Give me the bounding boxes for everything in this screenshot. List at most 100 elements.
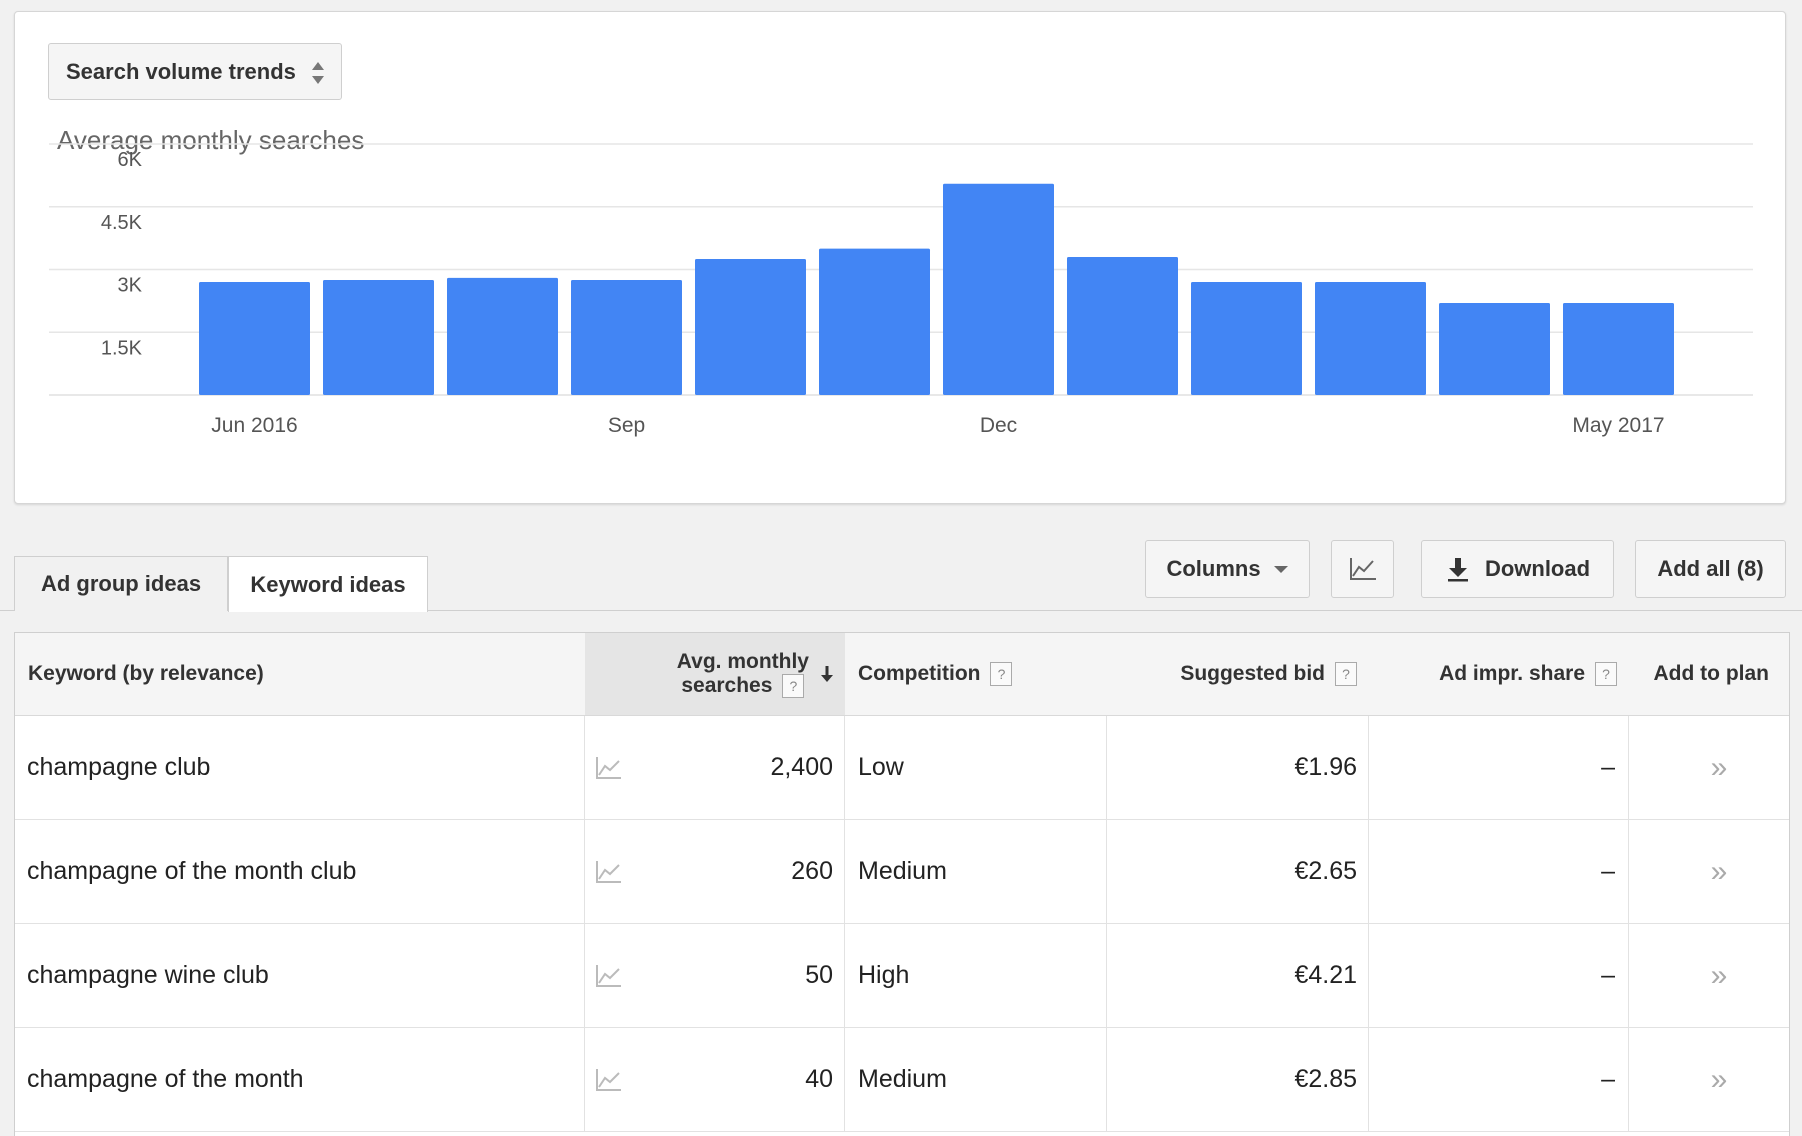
y-tick-label: 3K bbox=[118, 275, 143, 297]
impr-value: – bbox=[1601, 857, 1615, 885]
table-row: champagne of the month 40 Medium €2.85 – » bbox=[15, 1028, 1789, 1132]
impr-value: – bbox=[1601, 961, 1615, 989]
tab-ad-group-ideas[interactable]: Ad group ideas bbox=[14, 556, 228, 611]
col-header-add-label: Add to plan bbox=[1653, 662, 1769, 685]
ad-impr-share-cell: – bbox=[1369, 820, 1629, 923]
columns-label: Columns bbox=[1166, 556, 1261, 581]
avg-searches-cell: 50 bbox=[655, 924, 833, 1027]
bid-value: €2.65 bbox=[1294, 857, 1357, 885]
competition-value: Medium bbox=[858, 1065, 947, 1093]
avg-searches-value: 260 bbox=[791, 857, 833, 885]
avg-searches-value: 50 bbox=[805, 961, 833, 989]
y-tick-label: 1.5K bbox=[101, 337, 143, 359]
bar[interactable] bbox=[695, 259, 806, 395]
trend-chart-cell[interactable] bbox=[595, 716, 645, 819]
bar-chart: 6K 4.5K 3K 1.5K Jun 2016 Sep Dec May 2017 bbox=[49, 143, 1753, 437]
bar[interactable] bbox=[571, 279, 682, 395]
download-icon bbox=[1447, 558, 1468, 582]
suggested-bid-cell: €2.85 bbox=[1107, 1028, 1369, 1131]
keyword-text: champagne wine club bbox=[27, 961, 269, 989]
chart-toggle-button[interactable] bbox=[1331, 540, 1394, 598]
keyword-text: champagne of the month bbox=[27, 1065, 304, 1093]
bar[interactable] bbox=[323, 279, 434, 395]
suggested-bid-cell: €2.65 bbox=[1107, 820, 1369, 923]
col-header-keyword-label: Keyword (by relevance) bbox=[28, 662, 264, 685]
add-all-label: Add all (8) bbox=[1657, 556, 1764, 581]
line-chart-icon[interactable] bbox=[595, 963, 623, 989]
trend-chart-cell[interactable] bbox=[595, 924, 645, 1027]
col-header-add-to-plan: Add to plan bbox=[1629, 633, 1789, 715]
keyword-text: champagne of the month club bbox=[27, 857, 357, 885]
col-header-competition[interactable]: Competition ? bbox=[845, 633, 1107, 715]
x-tick-label: Jun 2016 bbox=[211, 414, 297, 437]
col-header-impr-label: Ad impr. share bbox=[1439, 662, 1585, 685]
help-icon[interactable]: ? bbox=[990, 662, 1013, 686]
competition-value: Low bbox=[858, 753, 904, 781]
col-header-competition-label: Competition bbox=[858, 662, 981, 685]
sort-down-arrow-icon bbox=[821, 666, 833, 682]
x-tick-label: Dec bbox=[980, 414, 1017, 437]
impr-value: – bbox=[1601, 753, 1615, 781]
help-icon[interactable]: ? bbox=[782, 674, 805, 699]
table-row: champagne wine club 50 High €4.21 – » bbox=[15, 924, 1789, 1028]
double-chevron-right-icon[interactable]: » bbox=[1711, 751, 1728, 785]
avg-searches-cell: 2,400 bbox=[655, 716, 833, 819]
tab-label: Keyword ideas bbox=[250, 571, 406, 597]
ad-impr-share-cell: – bbox=[1369, 716, 1629, 819]
trend-chart-cell[interactable] bbox=[595, 1028, 645, 1131]
line-chart-icon[interactable] bbox=[595, 859, 623, 885]
add-all-button[interactable]: Add all (8) bbox=[1635, 540, 1786, 598]
avg-header-line1: Avg. monthly bbox=[676, 649, 809, 673]
x-tick-label: Sep bbox=[608, 414, 645, 437]
add-to-plan-cell[interactable]: » bbox=[1629, 820, 1789, 923]
caret-down-icon bbox=[1273, 566, 1288, 573]
line-chart-icon[interactable] bbox=[595, 755, 623, 781]
col-header-ad-impr-share[interactable]: Ad impr. share ? bbox=[1369, 633, 1629, 715]
col-header-suggested-bid[interactable]: Suggested bid ? bbox=[1107, 633, 1369, 715]
col-header-avg-monthly-searches[interactable]: Avg. monthly searches? bbox=[585, 633, 845, 715]
bid-value: €4.21 bbox=[1294, 961, 1357, 989]
double-chevron-right-icon[interactable]: » bbox=[1711, 855, 1728, 889]
bar[interactable] bbox=[1315, 282, 1426, 395]
keyword-ideas-table: Keyword (by relevance) Avg. monthly sear… bbox=[14, 632, 1790, 1136]
double-chevron-right-icon[interactable]: » bbox=[1711, 1063, 1728, 1097]
bar[interactable] bbox=[447, 277, 558, 395]
bid-value: €1.96 bbox=[1294, 753, 1357, 781]
avg-header-line2-wrap: searches? bbox=[677, 673, 809, 699]
competition-cell: Medium bbox=[845, 1028, 1107, 1131]
add-to-plan-cell[interactable]: » bbox=[1629, 924, 1789, 1027]
bar[interactable] bbox=[1563, 302, 1674, 395]
tab-keyword-ideas[interactable]: Keyword ideas bbox=[228, 556, 428, 612]
double-chevron-right-icon[interactable]: » bbox=[1711, 959, 1728, 993]
trend-chart-cell[interactable] bbox=[595, 820, 645, 923]
help-icon[interactable]: ? bbox=[1335, 662, 1357, 686]
bar[interactable] bbox=[1067, 256, 1178, 395]
bid-value: €2.85 bbox=[1294, 1065, 1357, 1093]
suggested-bid-cell: €4.21 bbox=[1107, 924, 1369, 1027]
columns-button[interactable]: Columns bbox=[1145, 540, 1310, 598]
competition-value: High bbox=[858, 961, 910, 989]
col-header-keyword[interactable]: Keyword (by relevance) bbox=[15, 633, 585, 715]
add-to-plan-cell[interactable]: » bbox=[1629, 1028, 1789, 1131]
help-icon[interactable]: ? bbox=[1595, 662, 1617, 686]
impr-value: – bbox=[1601, 1065, 1615, 1093]
keyword-cell: champagne wine club bbox=[15, 924, 585, 1027]
y-tick-label: 4.5K bbox=[101, 212, 143, 234]
line-chart-icon[interactable] bbox=[595, 1067, 623, 1093]
bar[interactable] bbox=[1191, 282, 1302, 395]
col-header-bid-label: Suggested bid bbox=[1180, 662, 1325, 685]
keyword-cell: champagne club bbox=[15, 716, 585, 819]
bar[interactable] bbox=[819, 248, 930, 395]
bar[interactable] bbox=[943, 183, 1054, 395]
ad-impr-share-cell: – bbox=[1369, 924, 1629, 1027]
avg-header-line2: searches bbox=[681, 673, 773, 697]
avg-searches-value: 2,400 bbox=[770, 753, 833, 781]
download-button[interactable]: Download bbox=[1421, 540, 1614, 598]
add-to-plan-cell[interactable]: » bbox=[1629, 716, 1789, 819]
bar[interactable] bbox=[1439, 302, 1550, 395]
competition-value: Medium bbox=[858, 857, 947, 885]
avg-searches-cell: 40 bbox=[655, 1028, 833, 1131]
avg-header-text: Avg. monthly searches? bbox=[676, 649, 809, 699]
bar[interactable] bbox=[199, 282, 310, 395]
table-header: Keyword (by relevance) Avg. monthly sear… bbox=[15, 633, 1789, 716]
